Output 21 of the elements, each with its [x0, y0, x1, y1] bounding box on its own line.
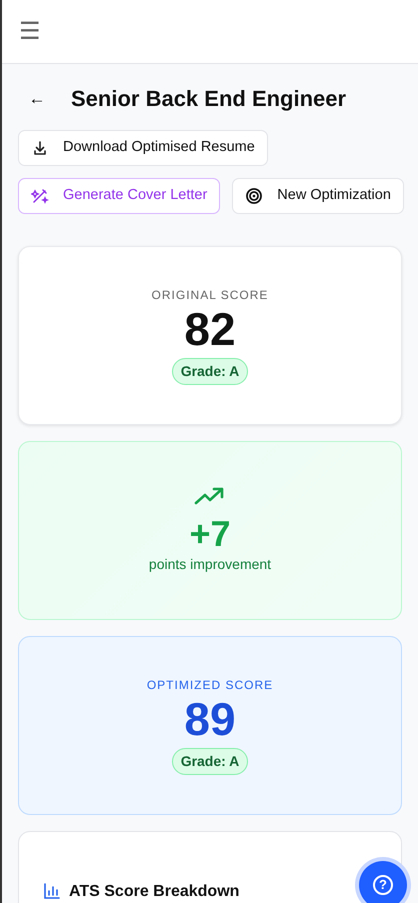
help-button[interactable]: ? [359, 861, 407, 903]
back-button[interactable]: ← [27, 86, 47, 112]
generate-cover-letter-button[interactable]: Generate Cover Letter [18, 178, 220, 214]
menu-button[interactable]: ☰ [2, 20, 41, 44]
grade-badge: Grade: A [172, 358, 248, 386]
original-score-label: ORIGINAL SCORE [152, 286, 268, 304]
grade-badge: Grade: A [172, 748, 248, 776]
improvement-caption: points improvement [148, 554, 272, 574]
section-title: ATS Score Breakdown [69, 882, 240, 902]
download-icon [31, 139, 49, 157]
score-value: 82 [184, 304, 236, 354]
new-optimization-button[interactable]: New Optimization [232, 178, 404, 214]
target-icon [245, 187, 264, 205]
page-title: Senior Back End Engineer [71, 86, 346, 112]
magic-wand-icon [31, 187, 49, 205]
improvement-value: +7 [189, 514, 231, 554]
trend-up-icon [194, 486, 226, 506]
optimized-score-label: OPTIMIZED SCORE [146, 676, 274, 694]
bar-chart-icon [43, 882, 61, 900]
download-button[interactable]: Download Optimised Resume [18, 130, 268, 166]
score-value: 89 [184, 694, 236, 744]
